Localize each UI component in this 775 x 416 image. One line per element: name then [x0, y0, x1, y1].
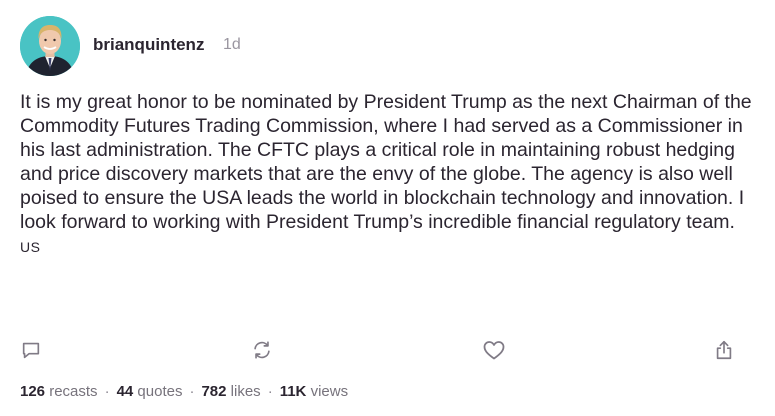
stat-separator: ·: [267, 383, 273, 400]
stat-separator: ·: [104, 383, 110, 400]
like-button[interactable]: [481, 338, 507, 362]
avatar-image: [20, 16, 80, 76]
views-count: 11K: [279, 383, 307, 400]
quotes-label: quotes: [137, 383, 183, 400]
author-handle[interactable]: brianquintenz: [93, 35, 204, 55]
recasts-count: 126: [20, 383, 46, 400]
share-icon: [716, 340, 732, 360]
comment-icon: [22, 342, 40, 359]
reply-button[interactable]: [18, 338, 44, 362]
recasts-label: recasts: [49, 383, 98, 400]
share-button[interactable]: [711, 338, 737, 362]
recast-icon: [254, 341, 270, 359]
heart-icon: [483, 341, 505, 360]
avatar[interactable]: [20, 16, 80, 76]
flag-emoji: US: [20, 239, 41, 255]
likes-count: 782: [201, 383, 227, 400]
recasts-stat[interactable]: 126 recasts: [20, 383, 98, 400]
views-stat: 11K views: [280, 383, 348, 400]
likes-stat[interactable]: 782 likes: [201, 383, 260, 400]
post-timestamp: 1d: [223, 36, 241, 53]
recast-button[interactable]: [249, 338, 275, 362]
quotes-stat[interactable]: 44 quotes: [117, 383, 183, 400]
stat-separator: ·: [189, 383, 195, 400]
post-stats: 126 recasts · 44 quotes · 782 likes · 11K view…: [20, 383, 348, 400]
post-card: brianquintenz 1d It is my great honor to…: [0, 0, 775, 416]
post-text: It is my great honor to be nominated by …: [20, 91, 752, 233]
views-label: views: [310, 383, 349, 400]
likes-label: likes: [230, 383, 261, 400]
post-body: It is my great honor to be nominated by …: [20, 90, 760, 259]
quotes-count: 44: [116, 383, 134, 400]
